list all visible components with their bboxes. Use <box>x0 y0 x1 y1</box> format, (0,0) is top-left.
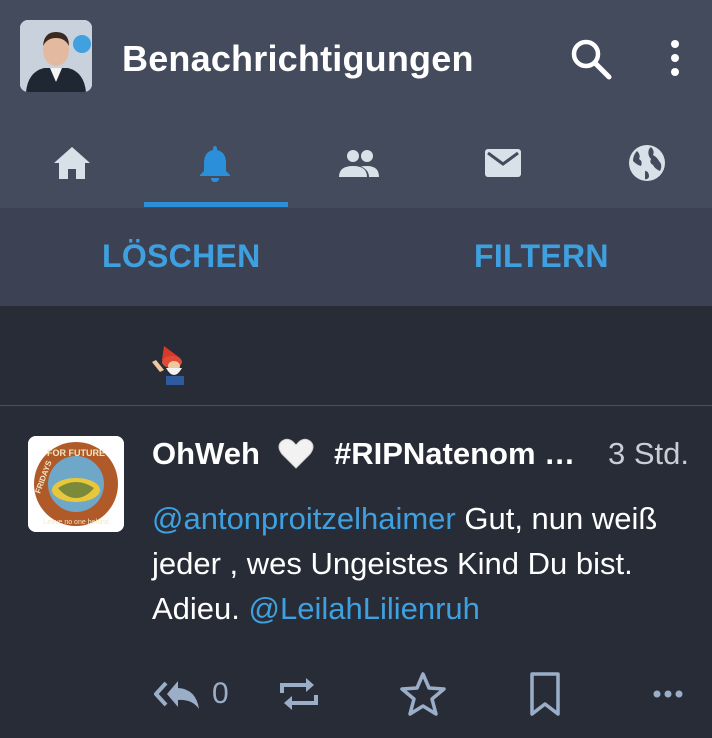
status-toolbar: 0 <box>0 664 712 724</box>
more-horizontal-icon <box>653 690 683 698</box>
reply-count: 0 <box>212 677 229 710</box>
tab-local[interactable] <box>288 118 430 208</box>
svg-text:FOR FUTURE: FOR FUTURE <box>47 448 105 458</box>
tab-home[interactable] <box>1 118 143 208</box>
fridays-for-future-logo: FOR FUTURE Leave no one behind FRIDAYS <box>28 436 124 532</box>
user-avatar[interactable] <box>20 20 92 92</box>
mention-link[interactable]: @antonproitzelhaimer <box>152 501 456 536</box>
status-header: OhWeh #RIPNatenom … 3 Std. <box>152 436 697 480</box>
reply-button[interactable]: 0 <box>152 664 229 724</box>
boost-button[interactable] <box>274 664 324 724</box>
clear-button[interactable]: LÖSCHEN <box>102 238 261 275</box>
bookmark-icon <box>530 672 560 716</box>
home-icon <box>54 147 90 179</box>
more-actions-button[interactable] <box>644 664 694 724</box>
app-bar: Benachrichtigungen <box>0 0 712 118</box>
display-name-hashtag[interactable]: #RIPNatenom … <box>334 436 575 472</box>
boost-icon <box>280 678 318 710</box>
favourite-button[interactable] <box>398 664 448 724</box>
notification-actions: LÖSCHEN FILTERN <box>0 208 712 306</box>
star-icon <box>400 672 446 716</box>
status-content: @antonproitzelhaimer Gut, nun weiß jeder… <box>152 496 692 631</box>
svg-text:Leave no one behind: Leave no one behind <box>43 519 108 526</box>
active-tab-indicator <box>144 202 288 207</box>
filter-button[interactable]: FILTERN <box>474 238 609 275</box>
tab-notifications[interactable] <box>144 118 286 208</box>
more-vertical-icon <box>671 40 679 76</box>
bell-icon <box>200 146 230 182</box>
mail-icon <box>485 149 521 177</box>
bookmark-button[interactable] <box>520 664 570 724</box>
gnome-emoji <box>152 346 184 385</box>
avatar-image <box>20 20 92 92</box>
white-heart-icon <box>278 438 314 469</box>
more-options-button[interactable] <box>660 36 690 82</box>
reply-all-icon <box>154 681 199 709</box>
display-name[interactable]: OhWeh <box>152 436 260 472</box>
search-button[interactable] <box>568 36 614 82</box>
status-card[interactable]: FOR FUTURE Leave no one behind FRIDAYS O… <box>0 406 712 738</box>
globe-icon <box>629 145 665 181</box>
page-title: Benachrichtigungen <box>122 38 474 79</box>
mention-link[interactable]: @LeilahLilienruh <box>249 591 480 626</box>
status-avatar[interactable]: FOR FUTURE Leave no one behind FRIDAYS <box>28 436 124 532</box>
top-bar: Benachrichtigungen <box>0 0 712 208</box>
notification-item[interactable] <box>0 306 712 406</box>
tab-direct[interactable] <box>432 118 574 208</box>
status-time[interactable]: 3 Std. <box>608 436 689 472</box>
people-icon <box>339 150 379 177</box>
tab-bar <box>0 118 712 208</box>
search-icon <box>571 39 612 80</box>
tab-federated[interactable] <box>576 118 712 208</box>
